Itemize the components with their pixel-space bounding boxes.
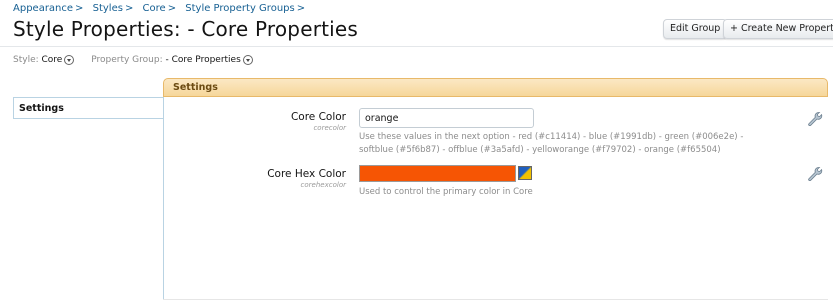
page-title: Style Properties: - Core Properties <box>13 17 359 41</box>
breadcrumb-separator: > <box>296 3 306 14</box>
breadcrumb: Appearance > Styles > Core > Style Property… <box>13 3 311 14</box>
sidebar-divider <box>13 118 163 119</box>
core-color-hint: Use these values in the next option - re… <box>359 132 744 155</box>
edit-group-button[interactable]: Edit Group <box>663 19 728 39</box>
settings-panel-title: Settings <box>173 82 218 93</box>
breadcrumb-item-style-property-groups[interactable]: Style Property Groups <box>185 3 294 14</box>
filter-bar: Style: Core Property Group: - Core Prope… <box>13 55 267 65</box>
wrench-icon[interactable] <box>807 166 823 182</box>
color-picker-icon[interactable] <box>518 166 532 180</box>
breadcrumb-item-appearance[interactable]: Appearance <box>13 3 73 14</box>
settings-panel-header: Settings <box>163 78 828 97</box>
core-hex-color-hint: Used to control the primary color in Cor… <box>359 187 533 197</box>
title-divider <box>0 46 833 47</box>
chevron-down-icon[interactable] <box>242 55 253 65</box>
sidebar-border <box>163 97 164 300</box>
style-filter-label: Style: <box>13 55 39 65</box>
sidebar-tab-settings[interactable]: Settings <box>13 97 163 119</box>
chevron-down-icon[interactable] <box>64 55 75 65</box>
sidebar-tab-label: Settings <box>19 103 64 114</box>
property-group-filter-label: Property Group: <box>91 55 163 65</box>
core-hex-color-key: corehexcolor <box>300 181 346 189</box>
core-hex-color-swatch[interactable] <box>359 165 516 182</box>
breadcrumb-separator: > <box>75 3 84 14</box>
breadcrumb-separator: > <box>167 3 177 14</box>
property-group-filter-value[interactable]: - Core Properties <box>166 55 241 65</box>
breadcrumb-separator: > <box>124 3 134 14</box>
core-color-label: Core Color <box>290 111 346 123</box>
breadcrumb-item-styles[interactable]: Styles <box>93 3 123 14</box>
create-new-property-button[interactable]: + Create New Property <box>723 19 833 39</box>
wrench-icon[interactable] <box>807 111 823 127</box>
style-filter-value[interactable]: Core <box>42 55 63 65</box>
core-hex-color-label: Core Hex Color <box>267 168 346 180</box>
core-color-input[interactable] <box>359 108 534 128</box>
core-color-key: corecolor <box>313 124 346 132</box>
breadcrumb-item-core[interactable]: Core <box>143 3 166 14</box>
